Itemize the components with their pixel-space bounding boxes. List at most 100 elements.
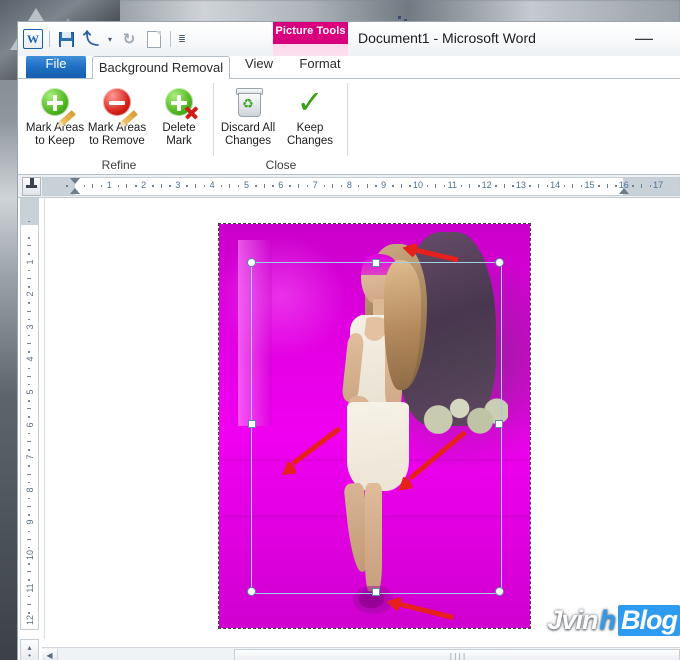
horizontal-ruler[interactable]: 1 2 3 4 5 6 7 8 9 10 11 12 13 14 15 16 17 xyxy=(42,177,680,196)
mark-areas-to-remove-button[interactable]: Mark Areas to Remove xyxy=(86,81,148,153)
ruler-tick-label: 17 xyxy=(653,180,664,190)
word-logo-icon[interactable]: W xyxy=(22,28,44,50)
quick-access-toolbar: W ⤴ ▾ ↻ ≣ xyxy=(22,26,188,52)
ruler-tick xyxy=(503,184,505,188)
ruler-tick xyxy=(340,185,343,187)
customize-qat-icon[interactable]: ≣ xyxy=(176,28,188,50)
keep-changes-button[interactable]: ✓ Keep Changes xyxy=(279,81,341,153)
watermark-text-2: h xyxy=(598,605,616,636)
tab-file[interactable]: File xyxy=(26,56,86,78)
ruler-tick xyxy=(126,184,128,188)
redo-icon[interactable]: ↻ xyxy=(118,28,140,50)
handle-top-left[interactable] xyxy=(247,258,256,267)
ribbon: Mark Areas to Keep Mark Areas to Remove … xyxy=(18,79,680,175)
ruler-tick xyxy=(229,184,231,188)
ruler-tick xyxy=(135,185,137,187)
ruler-tick-label: 3 xyxy=(175,180,181,190)
ribbon-group-divider xyxy=(347,83,348,156)
handle-top-center[interactable] xyxy=(372,259,380,267)
ruler-tick xyxy=(495,185,497,187)
ruler-tick xyxy=(563,185,566,187)
vertical-ruler-tick xyxy=(28,497,30,500)
word-application-window: W ⤴ ▾ ↻ ≣ Picture Tools Document1 - Micr… xyxy=(18,22,680,660)
ruler-tick xyxy=(546,185,549,187)
ruler-tick-label: 7 xyxy=(312,180,318,190)
ruler-tick xyxy=(460,185,463,187)
vertical-ruler-tick xyxy=(28,563,30,565)
selected-picture[interactable] xyxy=(218,223,531,629)
handle-bottom-center[interactable] xyxy=(372,588,380,596)
scroll-left-arrow-icon[interactable]: ◀ xyxy=(42,648,58,660)
horizontal-scroll-track[interactable]: |||| xyxy=(58,648,680,660)
ruler-tick xyxy=(632,185,634,187)
ruler-tick xyxy=(92,184,94,188)
select-browse-object-icon[interactable]: • xyxy=(28,651,31,659)
horizontal-scrollbar[interactable]: ◀ |||| xyxy=(42,647,680,660)
minimize-button[interactable]: — xyxy=(630,28,658,48)
wallpaper-speck xyxy=(398,16,401,19)
vertical-ruler-tick xyxy=(27,571,31,573)
vertical-ruler-tick xyxy=(28,220,30,223)
vertical-ruler-tick-label: 5 xyxy=(24,389,35,395)
ruler-tick-label: 2 xyxy=(141,180,147,190)
ruler-tick xyxy=(263,184,265,188)
vertical-ruler-tick-label: 11 xyxy=(24,582,35,593)
ruler-tick-label: 15 xyxy=(584,180,595,190)
vertical-ruler-wrap: 1 2 3 4 5 6 7 8 9 10 11 12 xyxy=(20,198,40,660)
vertical-ruler-tick xyxy=(27,310,31,312)
handle-bottom-right[interactable] xyxy=(495,587,504,596)
vertical-ruler-tick xyxy=(28,481,30,484)
ribbon-group-close: ♻ Discard All Changes ✓ Keep Changes Clo… xyxy=(214,79,348,174)
ruler-tick xyxy=(357,185,360,187)
discard-all-changes-button[interactable]: ♻ Discard All Changes xyxy=(217,81,279,153)
vertical-ruler[interactable]: 1 2 3 4 5 6 7 8 9 10 11 12 xyxy=(20,198,39,630)
ruler-tick xyxy=(160,184,162,188)
delete-mark-button[interactable]: Delete Mark xyxy=(148,81,210,153)
green-plus-pencil-icon xyxy=(41,85,76,126)
vertical-scroll-page-buttons[interactable]: ▴ • xyxy=(20,639,39,660)
document-page[interactable] xyxy=(44,198,680,660)
handle-middle-left[interactable] xyxy=(248,420,256,428)
tab-view[interactable]: View xyxy=(232,56,286,78)
ruler-tick xyxy=(426,185,429,187)
undo-icon[interactable]: ⤴ xyxy=(80,28,102,50)
vertical-ruler-tick xyxy=(27,277,31,279)
vertical-ruler-tick xyxy=(28,465,30,467)
vertical-ruler-tick xyxy=(28,269,30,272)
ruler-tick xyxy=(169,185,171,187)
mark-areas-to-keep-button[interactable]: Mark Areas to Keep xyxy=(24,81,86,153)
page-up-icon[interactable]: ▴ xyxy=(27,643,31,651)
vertical-ruler-tick xyxy=(27,343,31,345)
tab-format[interactable]: Format xyxy=(290,56,350,78)
tab-background-removal[interactable]: Background Removal xyxy=(92,56,230,80)
first-line-indent-marker[interactable] xyxy=(70,178,80,184)
right-indent-marker[interactable] xyxy=(619,188,629,194)
ruler-tick xyxy=(220,185,223,187)
watermark-text-1: Jvin xyxy=(547,605,598,635)
handle-bottom-left[interactable] xyxy=(247,587,256,596)
handle-middle-right[interactable] xyxy=(495,420,503,428)
new-document-icon[interactable] xyxy=(143,28,165,50)
qat-divider xyxy=(49,31,50,47)
ruler-tick xyxy=(323,185,326,187)
vertical-ruler-tick xyxy=(28,416,30,418)
ruler-tick xyxy=(186,185,188,187)
ruler-tick xyxy=(152,185,154,187)
horizontal-scroll-thumb[interactable]: |||| xyxy=(234,648,680,660)
save-icon[interactable] xyxy=(55,28,77,50)
vertical-ruler-tick xyxy=(28,302,30,304)
ruler-tick xyxy=(255,185,257,187)
undo-dropdown-icon[interactable]: ▾ xyxy=(105,28,115,50)
vertical-ruler-tick xyxy=(28,253,30,255)
vertical-ruler-tick xyxy=(27,245,31,247)
vertical-ruler-tick xyxy=(28,318,30,321)
handle-top-right[interactable] xyxy=(495,258,504,267)
ruler-tick xyxy=(66,185,68,187)
vertical-ruler-tick xyxy=(27,408,31,410)
vertical-ruler-tick xyxy=(28,367,30,370)
hanging-indent-marker[interactable] xyxy=(70,188,80,194)
vertical-ruler-tick xyxy=(28,432,30,435)
qat-divider xyxy=(170,31,171,47)
ruler-tick xyxy=(366,184,368,188)
tab-stop-selector[interactable] xyxy=(22,177,41,196)
